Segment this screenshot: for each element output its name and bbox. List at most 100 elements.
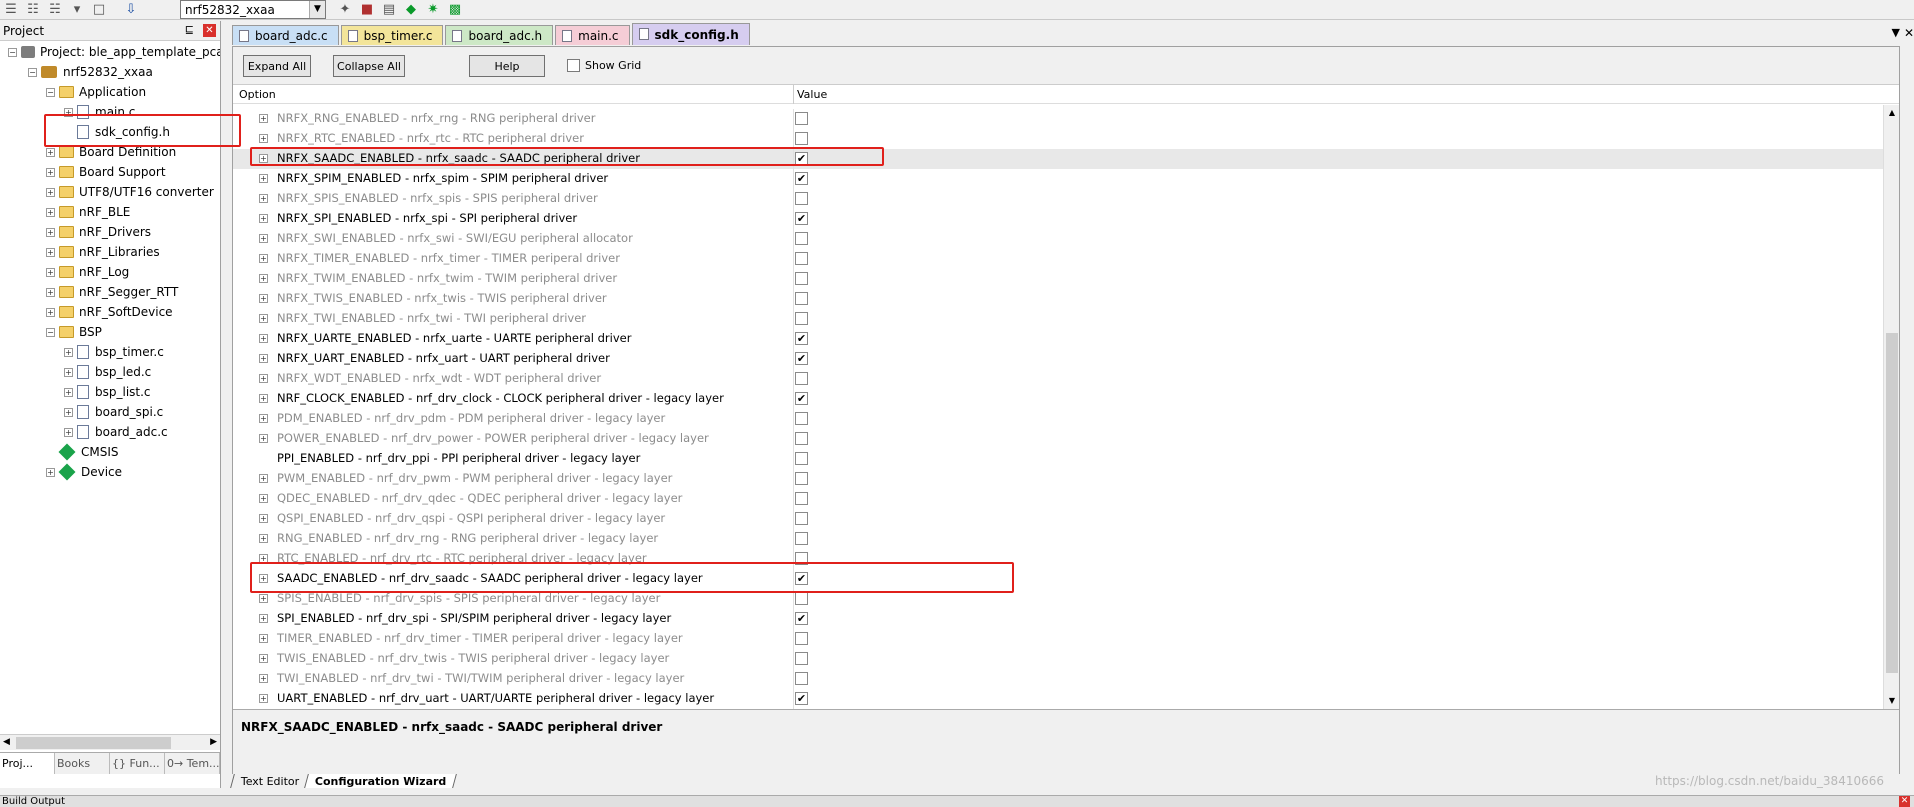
expand-icon[interactable]: + (259, 114, 268, 123)
settings-icon[interactable]: ▩ (444, 0, 466, 18)
stop-build-icon[interactable]: □ (88, 1, 110, 19)
tree-item[interactable]: + nRF_Segger_RTT (46, 283, 178, 301)
expand-icon[interactable]: + (259, 394, 268, 403)
scroll-down-icon[interactable]: ▼ (1886, 695, 1898, 707)
expand-icon[interactable]: + (46, 147, 55, 157)
column-separator[interactable] (793, 85, 794, 104)
expand-icon[interactable]: + (259, 474, 268, 483)
option-row[interactable]: + SPI_ENABLED - nrf_drv_spi - SPI/SPIM pe… (233, 609, 1883, 629)
option-row[interactable]: + NRFX_UART_ENABLED - nrfx_uart - UART pe… (233, 349, 1883, 369)
tab-menu-icon[interactable]: ▼ (1892, 26, 1900, 39)
tab-close-icon[interactable]: ✕ (1904, 26, 1914, 40)
expand-icon[interactable]: + (259, 154, 268, 163)
tree-item[interactable]: + board_spi.c (64, 403, 163, 421)
option-row[interactable]: + TIMER_ENABLED - nrf_drv_timer - TIMER p… (233, 629, 1883, 649)
select-packs-icon[interactable]: ◆ (400, 0, 422, 18)
option-row[interactable]: + POWER_ENABLED - nrf_drv_power - POWER p… (233, 429, 1883, 449)
option-value-checkbox[interactable]: ✔ (795, 172, 808, 185)
tree-item[interactable]: + bsp_led.c (64, 363, 151, 381)
close-icon[interactable]: ✕ (203, 24, 216, 37)
tree-item[interactable]: − BSP (46, 323, 102, 341)
download-icon[interactable]: ⇩ (120, 1, 142, 19)
expand-icon[interactable]: + (259, 594, 268, 603)
option-row[interactable]: + NRFX_SAADC_ENABLED - nrfx_saadc - SAADC… (233, 149, 1883, 169)
tree-item[interactable]: + nRF_Log (46, 263, 129, 281)
chevron-down-icon[interactable]: ▼ (309, 1, 325, 18)
expand-icon[interactable]: + (259, 694, 268, 703)
option-value-checkbox[interactable]: ✔ (795, 692, 808, 705)
option-value-checkbox[interactable] (795, 232, 808, 245)
option-value-checkbox[interactable]: ✔ (795, 612, 808, 625)
tab-project[interactable]: Proj... (0, 753, 55, 774)
scrollbar-thumb[interactable] (1886, 333, 1898, 673)
tree-item[interactable]: + nRF_Drivers (46, 223, 151, 241)
expand-icon[interactable]: + (259, 434, 268, 443)
option-value-checkbox[interactable]: ✔ (795, 392, 808, 405)
option-row[interactable]: + NRFX_RNG_ENABLED - nrfx_rng - RNG perip… (233, 109, 1883, 129)
option-row[interactable]: + NRFX_SWI_ENABLED - nrfx_swi - SWI/EGU p… (233, 229, 1883, 249)
expand-icon[interactable]: + (64, 367, 73, 377)
tree-item[interactable]: + Board Support (46, 163, 166, 181)
option-row[interactable]: + TWIS_ENABLED - nrf_drv_twis - TWIS peri… (233, 649, 1883, 669)
tree-item[interactable]: + bsp_list.c (64, 383, 151, 401)
tree-item[interactable]: + nRF_SoftDevice (46, 303, 173, 321)
option-row[interactable]: + RTC_ENABLED - nrf_drv_rtc - RTC periphe… (233, 549, 1883, 569)
tree-item[interactable]: − nrf52832_xxaa (28, 63, 153, 81)
tab-functions[interactable]: {} Fun... (110, 753, 165, 774)
scroll-up-icon[interactable]: ▲ (1886, 107, 1898, 119)
expand-icon[interactable]: + (259, 534, 268, 543)
option-value-checkbox[interactable] (795, 452, 808, 465)
option-row[interactable]: + QSPI_ENABLED - nrf_drv_qspi - QSPI peri… (233, 509, 1883, 529)
tab-text-editor[interactable]: Text Editor (230, 774, 311, 788)
option-value-checkbox[interactable] (795, 472, 808, 485)
file-tab[interactable]: main.c (555, 25, 630, 45)
option-value-checkbox[interactable] (795, 272, 808, 285)
collapse-icon[interactable]: − (46, 87, 55, 97)
translate-icon[interactable]: ▾ (66, 1, 88, 19)
option-value-checkbox[interactable] (795, 132, 808, 145)
expand-icon[interactable]: + (259, 634, 268, 643)
option-row[interactable]: + NRF_CLOCK_ENABLED - nrf_drv_clock - CLO… (233, 389, 1883, 409)
tree-item[interactable]: sdk_config.h (64, 123, 170, 141)
expand-icon[interactable]: + (259, 674, 268, 683)
expand-icon[interactable]: + (259, 414, 268, 423)
option-row[interactable]: + NRFX_TWI_ENABLED - nrfx_twi - TWI perip… (233, 309, 1883, 329)
expand-all-button[interactable]: Expand All (243, 55, 311, 77)
expand-icon[interactable]: + (46, 287, 55, 297)
option-value-checkbox[interactable]: ✔ (795, 332, 808, 345)
target-options-icon[interactable]: ✦ (334, 0, 356, 18)
expand-icon[interactable]: + (64, 387, 73, 397)
expand-icon[interactable]: + (259, 254, 268, 263)
batch-build-icon[interactable]: ☵ (44, 1, 66, 19)
checkbox-box[interactable] (567, 59, 580, 72)
tree-item[interactable]: + UTF8/UTF16 converter (46, 183, 214, 201)
option-value-checkbox[interactable] (795, 292, 808, 305)
tab-configuration-wizard[interactable]: Configuration Wizard (304, 774, 458, 788)
option-row[interactable]: + PDM_ENABLED - nrf_drv_pdm - PDM periphe… (233, 409, 1883, 429)
expand-icon[interactable]: + (64, 107, 73, 117)
tree-item[interactable]: − Project: ble_app_template_pca100 (8, 43, 220, 61)
option-row[interactable]: + NRFX_UARTE_ENABLED - nrfx_uarte - UARTE… (233, 329, 1883, 349)
collapse-icon[interactable]: − (46, 327, 55, 337)
option-value-checkbox[interactable]: ✔ (795, 212, 808, 225)
close-icon[interactable]: ✕ (1899, 796, 1910, 807)
option-value-checkbox[interactable] (795, 112, 808, 125)
expand-icon[interactable]: + (259, 614, 268, 623)
expand-icon[interactable]: + (259, 134, 268, 143)
tab-books[interactable]: Books (55, 753, 110, 774)
option-value-checkbox[interactable]: ✔ (795, 352, 808, 365)
scroll-right-icon[interactable]: ▶ (210, 737, 217, 747)
file-tab[interactable]: board_adc.h (445, 25, 554, 45)
option-row[interactable]: + RNG_ENABLED - nrf_drv_rng - RNG periphe… (233, 529, 1883, 549)
tree-item[interactable]: + Board Definition (46, 143, 176, 161)
option-value-checkbox[interactable] (795, 192, 808, 205)
help-button[interactable]: Help (469, 55, 545, 77)
collapse-all-button[interactable]: Collapse All (333, 55, 405, 77)
expand-icon[interactable]: + (259, 214, 268, 223)
expand-icon[interactable]: + (64, 347, 73, 357)
tree-item[interactable]: + board_adc.c (64, 423, 168, 441)
option-row[interactable]: + NRFX_RTC_ENABLED - nrfx_rtc - RTC perip… (233, 129, 1883, 149)
option-value-checkbox[interactable] (795, 372, 808, 385)
file-tab[interactable]: board_adc.c (232, 25, 339, 45)
option-value-checkbox[interactable]: ✔ (795, 572, 808, 585)
